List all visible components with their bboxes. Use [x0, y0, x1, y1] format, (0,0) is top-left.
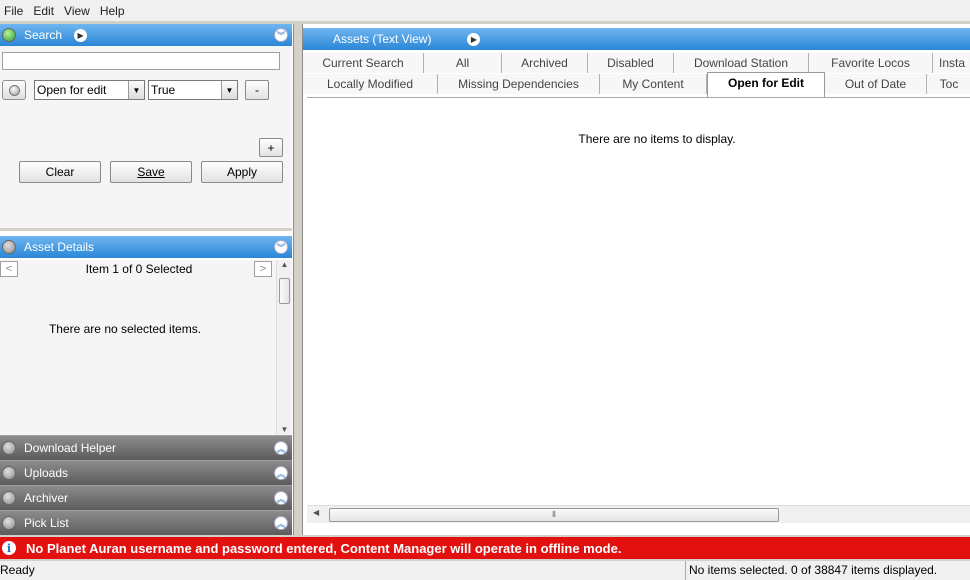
search-panel-header[interactable]: Search ▶ ︾	[0, 24, 292, 46]
scroll-thumb[interactable]	[279, 278, 290, 304]
panel-title: Uploads	[24, 466, 69, 480]
expand-chevron-icon[interactable]: ︽	[274, 441, 288, 455]
tab-open-for-edit[interactable]: Open for Edit	[707, 72, 825, 98]
tab-favorite-locos[interactable]: Favorite Locos	[809, 53, 933, 73]
scroll-down-icon[interactable]: ▼	[277, 425, 292, 434]
menu-help[interactable]: Help	[96, 4, 131, 18]
selection-counter: Item 1 of 0 Selected	[85, 262, 193, 276]
search-panel-title: Search	[24, 28, 63, 42]
expand-chevron-icon[interactable]: ︽	[274, 466, 288, 480]
assets-list[interactable]: There are no items to display.	[307, 97, 970, 505]
tab-missing-dependencies[interactable]: Missing Dependencies	[438, 74, 600, 94]
dropdown-arrow-icon: ▼	[128, 81, 144, 99]
scroll-up-icon[interactable]: ▲	[277, 260, 292, 269]
scroll-thumb[interactable]: ⦀	[329, 508, 779, 522]
scroll-left-icon[interactable]: ◀	[313, 508, 319, 517]
tab-download-station[interactable]: Download Station	[674, 53, 809, 73]
assets-horizontal-scrollbar[interactable]: ◀ ⦀	[307, 505, 970, 523]
filter-value-text: True	[151, 83, 176, 97]
details-vertical-scrollbar[interactable]: ▲ ▼	[276, 260, 292, 434]
menu-view[interactable]: View	[60, 4, 96, 18]
items-count-status: No items selected. 0 of 38847 items disp…	[685, 561, 937, 580]
tab-out-of-date[interactable]: Out of Date	[825, 74, 927, 94]
offline-warning-bar: i No Planet Auran username and password …	[0, 537, 970, 559]
divider	[0, 228, 292, 231]
asset-details-header[interactable]: Asset Details ︾	[0, 236, 292, 258]
collapse-chevron-icon[interactable]: ︾	[274, 240, 288, 254]
download-helper-header[interactable]: Download Helper ︽	[0, 435, 292, 460]
menu-file[interactable]: File	[0, 4, 29, 18]
play-arrow-icon[interactable]: ▶	[74, 28, 88, 42]
add-filter-button[interactable]: +	[259, 138, 283, 157]
tab-toc[interactable]: Toc	[927, 74, 970, 94]
tab-installed[interactable]: Insta	[933, 53, 970, 73]
assets-view-header: Assets (Text View) ▶	[303, 28, 970, 50]
status-bar: Ready No items selected. 0 of 38847 item…	[0, 561, 970, 580]
status-orb-icon	[2, 28, 16, 42]
search-panel-body: Open for edit ▼ True ▼ - + Clear Save Ap…	[0, 46, 292, 231]
tab-my-content[interactable]: My Content	[600, 74, 707, 94]
expand-chevron-icon[interactable]: ︽	[274, 491, 288, 505]
warning-message: No Planet Auran username and password en…	[26, 540, 622, 556]
status-orb-icon	[2, 516, 16, 530]
status-orb-icon	[2, 491, 16, 505]
info-icon: i	[2, 541, 16, 555]
tab-archived[interactable]: Archived	[502, 53, 588, 73]
details-empty-message: There are no selected items.	[48, 322, 202, 336]
filter-toggle-button[interactable]	[2, 80, 26, 100]
search-input[interactable]	[2, 52, 280, 70]
save-button[interactable]: Save	[110, 161, 192, 183]
menu-bar: File Edit View Help	[0, 0, 970, 22]
expand-chevron-icon[interactable]: ︽	[274, 516, 288, 530]
asset-details-body: < Item 1 of 0 Selected > There are no se…	[0, 260, 292, 458]
right-pane: Assets (Text View) ▶ Current Search All …	[302, 24, 970, 535]
panel-title: Download Helper	[24, 441, 117, 455]
circle-icon	[8, 84, 20, 96]
pick-list-header[interactable]: Pick List ︽	[0, 510, 292, 535]
filter-value-select[interactable]: True ▼	[148, 80, 238, 100]
left-pane: Search ▶ ︾ Open for edit ▼ True ▼ - + Cl…	[0, 24, 294, 535]
asset-details-title: Asset Details	[24, 240, 95, 254]
apply-button[interactable]: Apply	[201, 161, 283, 183]
collapse-chevron-icon[interactable]: ︾	[274, 28, 288, 42]
next-item-button[interactable]: >	[254, 261, 272, 277]
play-arrow-icon[interactable]: ▶	[467, 32, 481, 46]
panel-title: Archiver	[24, 491, 69, 505]
prev-item-button[interactable]: <	[0, 261, 18, 277]
panel-title: Pick List	[24, 516, 69, 530]
clear-button[interactable]: Clear	[19, 161, 101, 183]
status-orb-icon	[2, 441, 16, 455]
assets-empty-message: There are no items to display.	[578, 132, 736, 146]
assets-view-title: Assets (Text View)	[333, 32, 432, 46]
archiver-header[interactable]: Archiver ︽	[0, 485, 292, 510]
tab-disabled[interactable]: Disabled	[588, 53, 674, 73]
filter-field-select[interactable]: Open for edit ▼	[34, 80, 145, 100]
status-orb-icon	[2, 240, 16, 254]
menu-edit[interactable]: Edit	[29, 4, 60, 18]
filter-field-value: Open for edit	[37, 83, 107, 97]
dropdown-arrow-icon: ▼	[221, 81, 237, 99]
tab-locally-modified[interactable]: Locally Modified	[303, 74, 438, 94]
status-orb-icon	[2, 466, 16, 480]
tab-current-search[interactable]: Current Search	[303, 53, 424, 73]
remove-filter-button[interactable]: -	[245, 80, 269, 100]
status-text: Ready	[0, 563, 35, 577]
uploads-header[interactable]: Uploads ︽	[0, 460, 292, 485]
tab-all[interactable]: All	[424, 53, 502, 73]
